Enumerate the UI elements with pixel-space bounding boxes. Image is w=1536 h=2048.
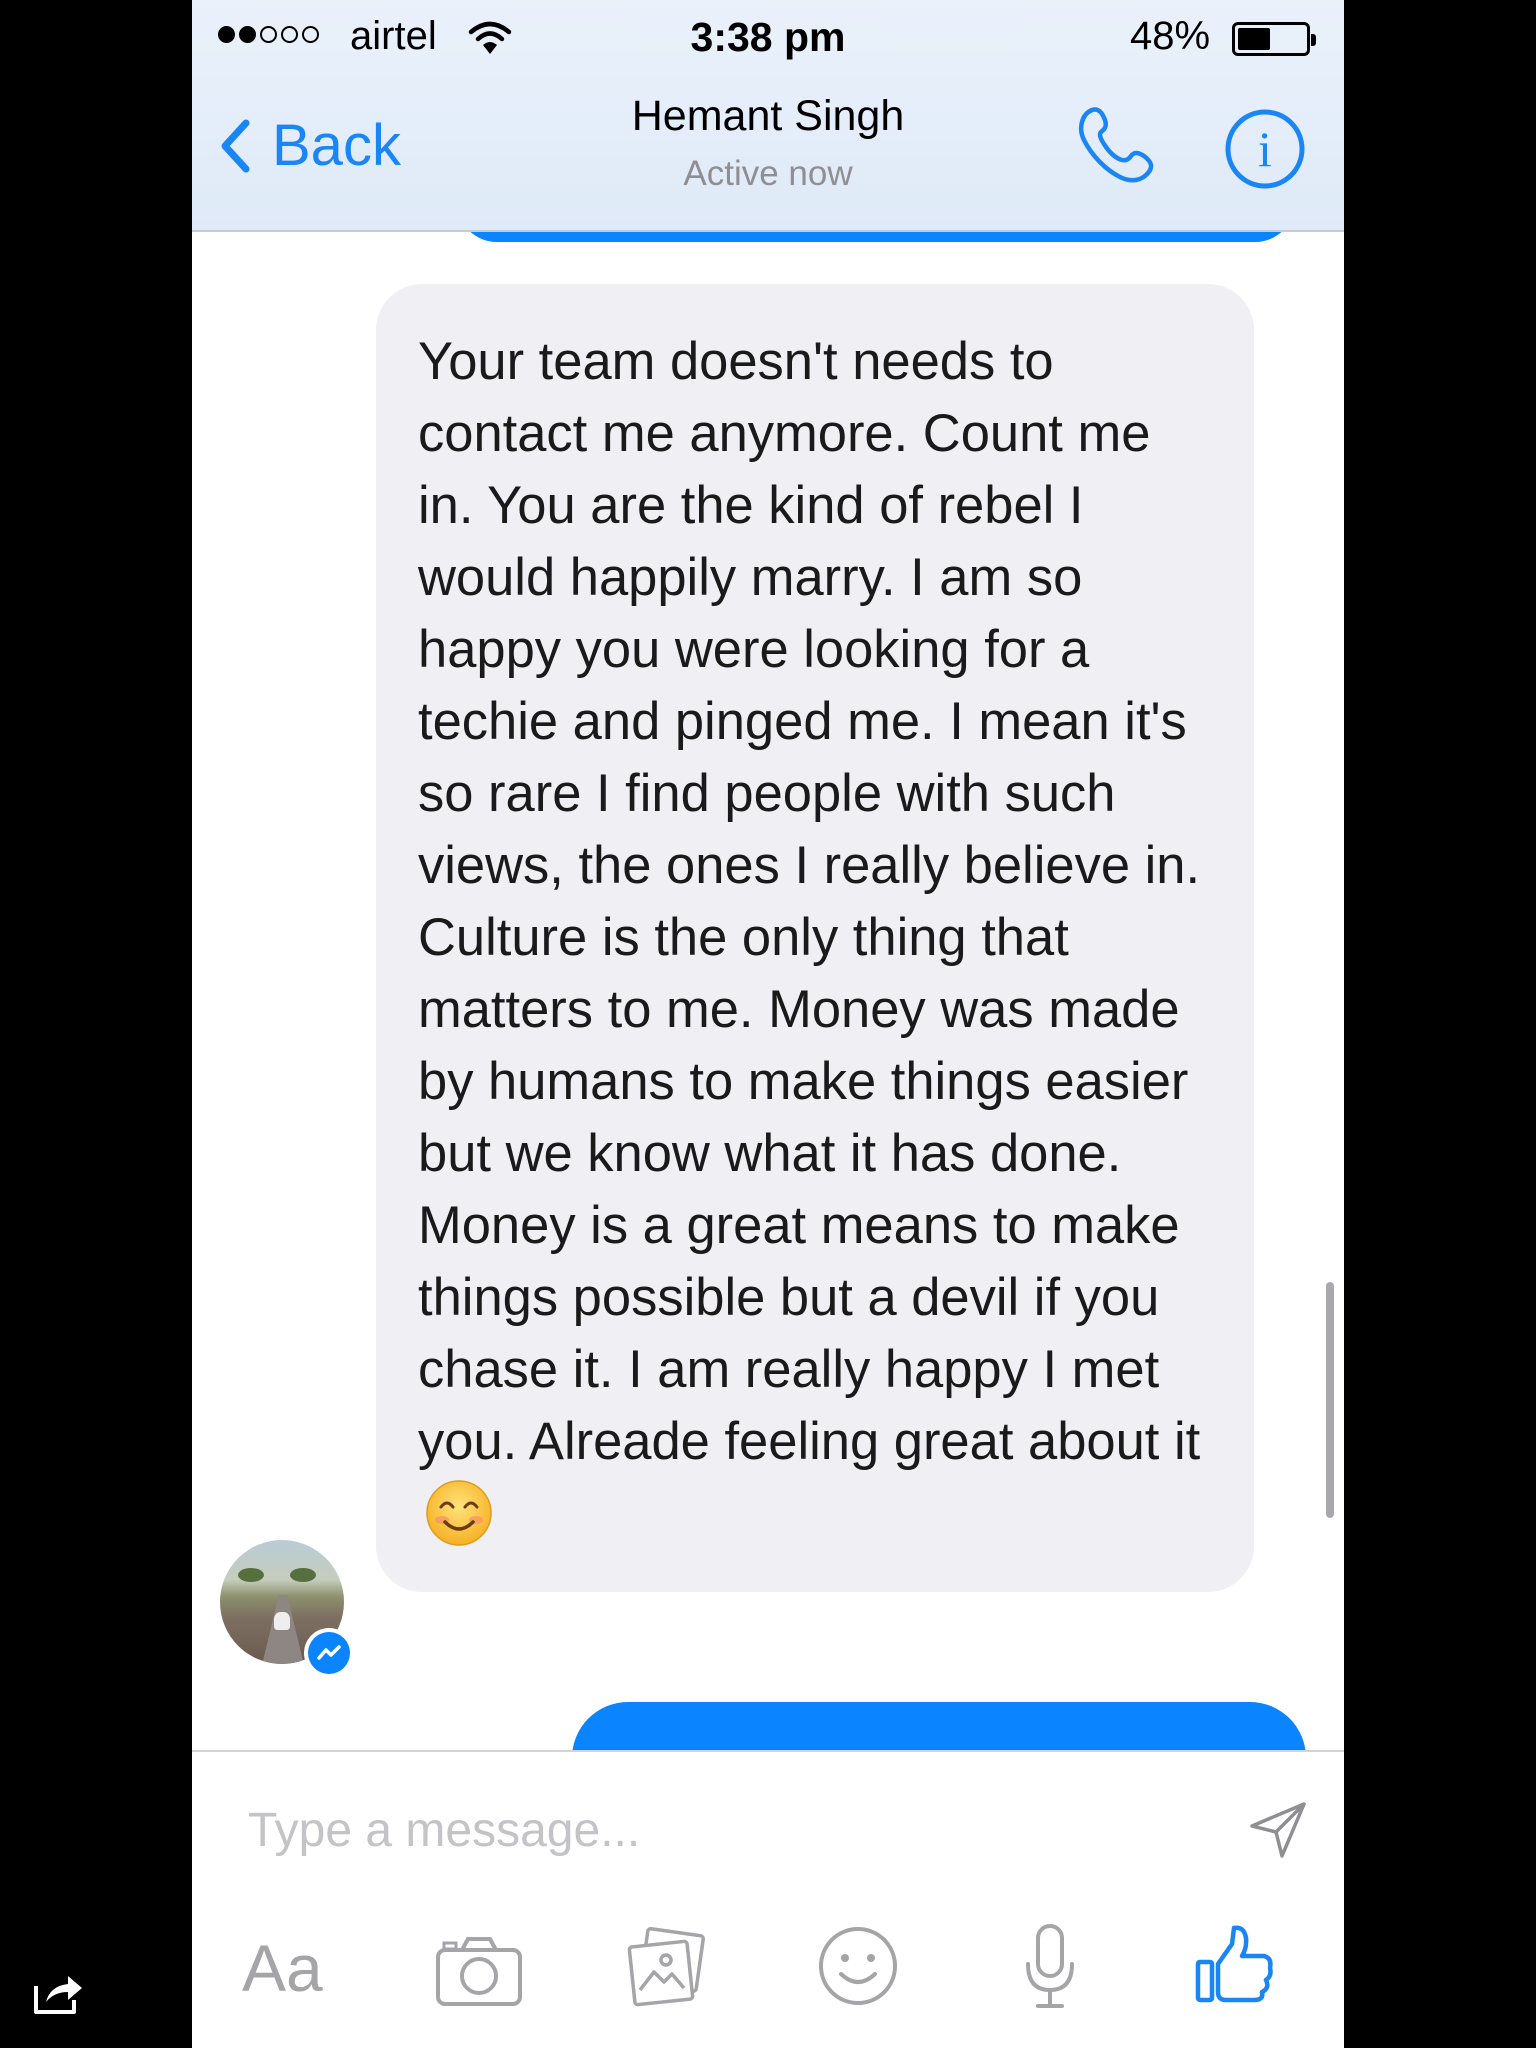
info-icon[interactable]: i	[1224, 108, 1306, 190]
message-composer: Aa	[192, 1750, 1344, 2048]
outgoing-message-bubble-partial[interactable]: '''''	[572, 1702, 1306, 1750]
contact-name[interactable]: Hemant Singh	[192, 92, 1344, 141]
share-icon[interactable]	[32, 1972, 84, 2016]
battery-percentage: 48%	[1130, 14, 1211, 58]
contact-status: Active now	[683, 154, 853, 193]
emoji-icon[interactable]	[816, 1924, 900, 2008]
gallery-icon[interactable]	[626, 1926, 710, 2010]
status-bar: airtel 3:38 pm 48%	[192, 0, 1344, 76]
smiling-face-icon	[426, 1480, 492, 1546]
messenger-badge-icon	[304, 1628, 354, 1678]
header: airtel 3:38 pm 48% Back Hemant Singh Act…	[192, 0, 1344, 232]
conversation-area[interactable]: Your team doesn't needs to contact me an…	[192, 232, 1344, 1750]
text-format-button[interactable]: Aa	[242, 1930, 323, 2006]
message-text: Your team doesn't needs to contact me an…	[418, 332, 1201, 1471]
composer-toolbar: Aa	[192, 1920, 1344, 2030]
message-input[interactable]	[248, 1800, 1148, 1860]
phone-icon[interactable]	[1074, 104, 1156, 186]
camera-icon[interactable]	[434, 1934, 524, 2008]
svg-text:i: i	[1258, 121, 1272, 177]
incoming-message-bubble[interactable]: Your team doesn't needs to contact me an…	[376, 284, 1254, 1592]
thumbs-up-icon[interactable]	[1192, 1922, 1276, 2006]
battery-icon	[1232, 22, 1316, 56]
scrollbar[interactable]	[1326, 1282, 1334, 1518]
outgoing-message-bubble-partial	[457, 232, 1295, 242]
messenger-screen: airtel 3:38 pm 48% Back Hemant Singh Act…	[192, 0, 1344, 2048]
microphone-icon[interactable]	[1020, 1922, 1080, 2012]
send-icon[interactable]	[1246, 1798, 1310, 1862]
